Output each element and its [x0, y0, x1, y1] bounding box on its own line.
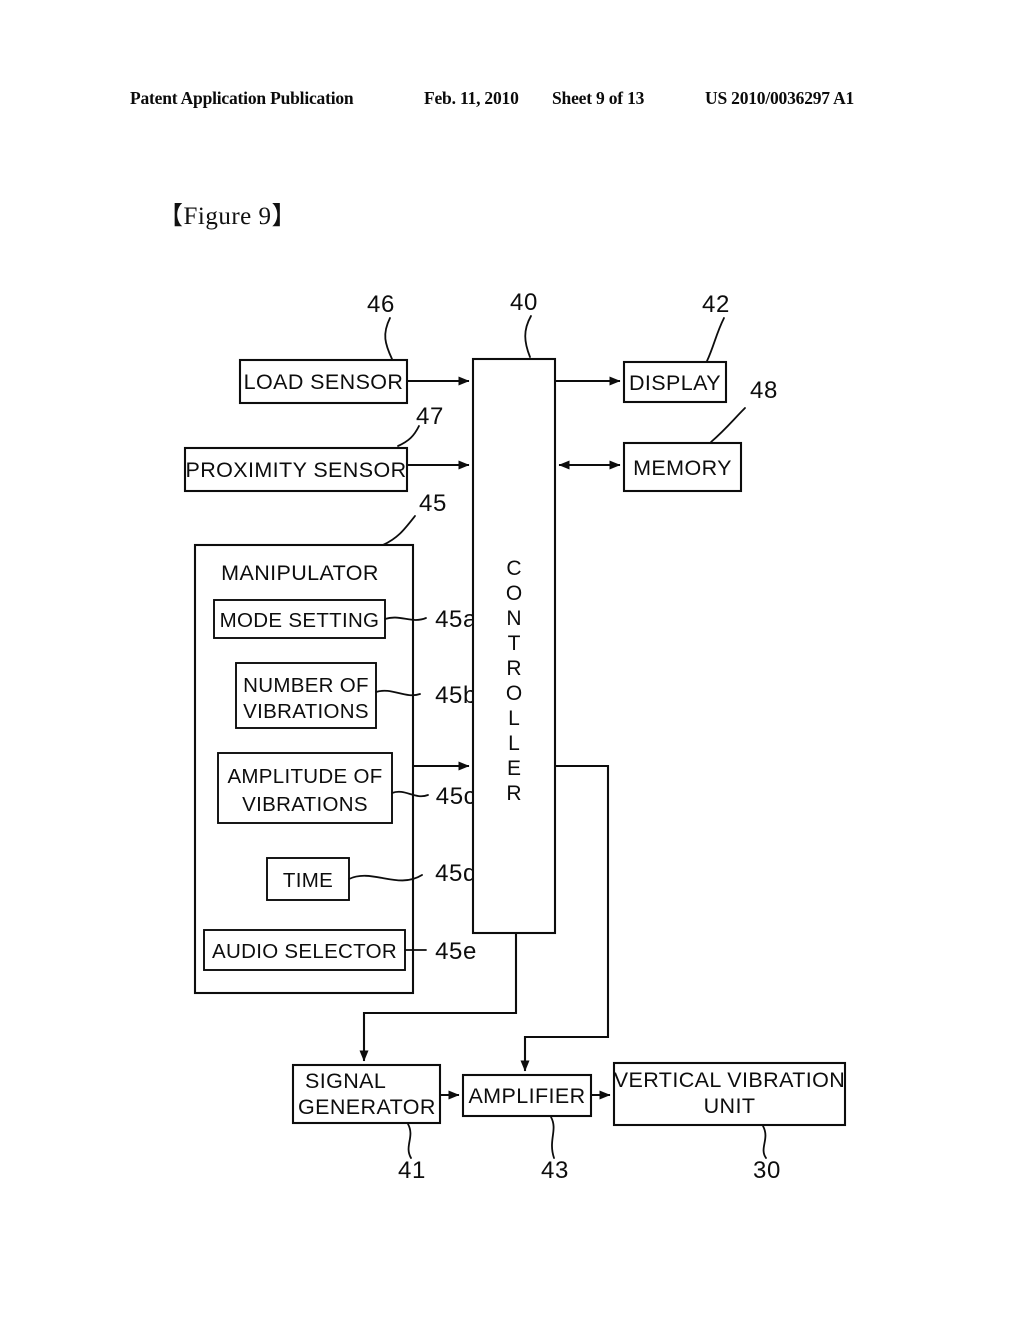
patent-page: Patent Application Publication Feb. 11, … — [0, 0, 1024, 1320]
block-memory: MEMORY — [622, 441, 743, 493]
block-proximity-sensor: PROXIMITY SENSOR — [183, 446, 409, 493]
block-label-amplitude-of-vibrations-line1: AMPLITUDE OF — [227, 765, 382, 788]
block-label-signal-generator-line1: SIGNAL — [305, 1069, 386, 1093]
ref-numeral-42: 42 — [702, 291, 730, 318]
ref-numeral-45b: 45b — [435, 682, 477, 709]
controller-letter-10: R — [506, 782, 521, 805]
leader-41 — [407, 1123, 412, 1159]
block-display: DISPLAY — [622, 360, 728, 404]
block-label-proximity-sensor: PROXIMITY SENSOR — [185, 458, 406, 482]
block-controller: C O N T R O L L E R — [471, 357, 557, 935]
leader-45 — [382, 515, 416, 546]
leader-30 — [762, 1125, 767, 1159]
controller-letter-3: N — [506, 607, 521, 630]
controller-letter-1: C — [506, 557, 521, 580]
controller-letter-2: O — [506, 582, 522, 605]
block-signal-generator: SIGNAL GENERATOR — [291, 1063, 442, 1125]
block-amplifier: AMPLIFIER — [461, 1073, 593, 1118]
block-label-signal-generator-line2: GENERATOR — [298, 1095, 436, 1119]
block-label-mode-setting: MODE SETTING — [220, 609, 380, 632]
leader-48 — [710, 407, 746, 443]
block-label-number-of-vibrations-line1: NUMBER OF — [243, 674, 369, 697]
ref-numeral-45d: 45d — [435, 860, 477, 887]
ref-numeral-43: 43 — [541, 1157, 569, 1184]
controller-letter-9: E — [507, 757, 521, 780]
block-label-audio-selector: AUDIO SELECTOR — [212, 940, 397, 963]
ref-numeral-30: 30 — [753, 1157, 781, 1184]
leader-43 — [550, 1116, 555, 1159]
block-label-memory: MEMORY — [633, 456, 732, 480]
block-label-display: DISPLAY — [629, 371, 721, 395]
ref-numeral-45e: 45e — [435, 938, 477, 965]
block-vertical-vibration-unit: VERTICAL VIBRATION UNIT — [612, 1061, 847, 1127]
controller-letter-8: L — [508, 732, 520, 755]
block-label-amplitude-of-vibrations-line2: VIBRATIONS — [242, 793, 368, 816]
ref-numeral-40: 40 — [510, 289, 538, 316]
block-label-vertical-vibration-unit-line1: VERTICAL VIBRATION — [614, 1068, 845, 1092]
block-label-time: TIME — [283, 869, 333, 892]
block-label-load-sensor: LOAD SENSOR — [244, 370, 404, 394]
leader-42 — [706, 317, 725, 362]
ref-numeral-45a: 45a — [435, 606, 477, 633]
controller-letter-5: R — [506, 657, 521, 680]
block-load-sensor: LOAD SENSOR — [238, 358, 409, 405]
block-label-number-of-vibrations-line2: VIBRATIONS — [243, 700, 369, 723]
leader-40 — [524, 315, 532, 358]
ref-numeral-41: 41 — [398, 1157, 426, 1184]
controller-letter-7: L — [508, 707, 520, 730]
ref-numeral-45: 45 — [419, 490, 447, 517]
block-label-vertical-vibration-unit-line2: UNIT — [704, 1094, 756, 1118]
leader-46 — [384, 317, 393, 360]
ref-numeral-48: 48 — [750, 377, 778, 404]
controller-letter-6: O — [506, 682, 522, 705]
block-label-manipulator: MANIPULATOR — [221, 561, 379, 585]
block-label-amplifier: AMPLIFIER — [468, 1084, 585, 1108]
figure-9-block-diagram: LOAD SENSOR 46 PROXIMITY SENSOR 47 MANIP… — [183, 289, 847, 1184]
controller-letter-4: T — [508, 632, 521, 655]
ref-numeral-47: 47 — [416, 403, 444, 430]
ref-numeral-45c: 45c — [436, 783, 477, 810]
ref-numeral-46: 46 — [367, 291, 395, 318]
